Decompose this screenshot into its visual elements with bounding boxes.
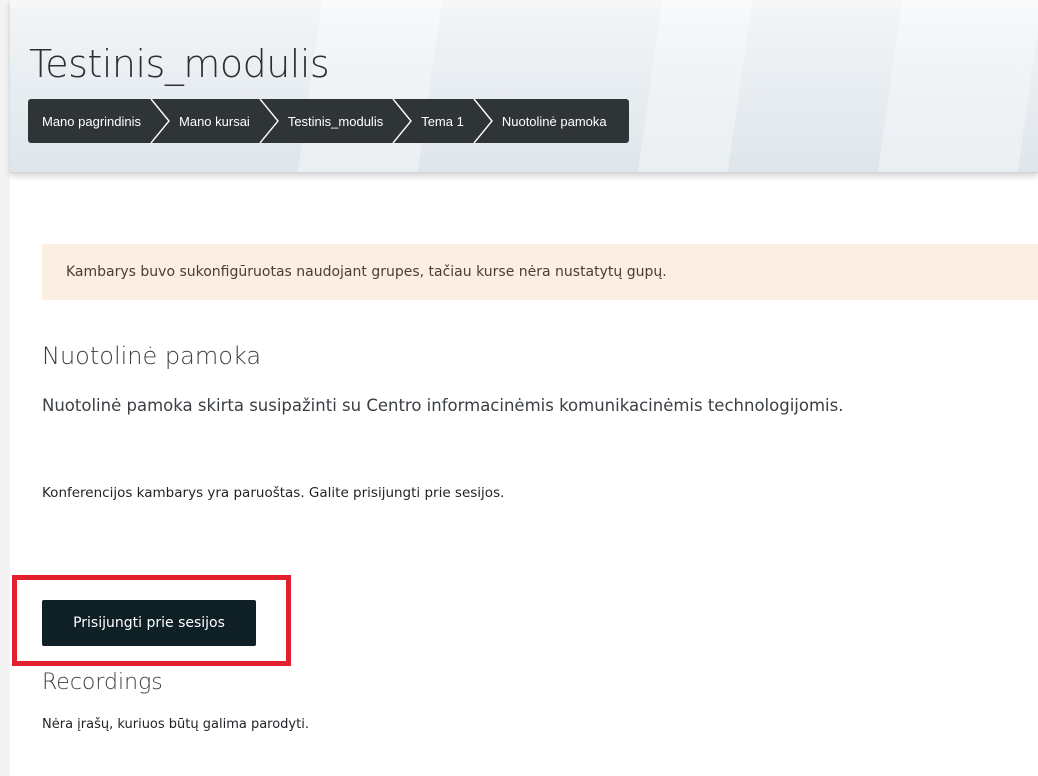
page-title: Testinis_modulis [29, 42, 330, 86]
left-gutter [0, 0, 10, 776]
breadcrumb-item-nuotoline-pamoka[interactable]: Nuotolinė pamoka [496, 99, 613, 143]
breadcrumb: Mano pagrindinis Mano kursai Testinis_mo… [28, 99, 629, 143]
activity-title: Nuotolinė pamoka [42, 342, 262, 370]
breadcrumb-chevron-icon [256, 99, 282, 143]
group-warning-alert: Kambarys buvo sukonfigūruotas naudojant … [42, 244, 1038, 300]
breadcrumb-item-testinis-modulis[interactable]: Testinis_modulis [282, 99, 389, 143]
recordings-heading: Recordings [42, 670, 163, 695]
recordings-empty-text: Nėra įrašų, kuriuos būtų galima parodyti… [42, 717, 309, 732]
alert-text: Kambarys buvo sukonfigūruotas naudojant … [66, 264, 667, 280]
page: Testinis_modulis Mano pagrindinis Mano k… [0, 0, 1038, 776]
header-decoration [637, 0, 753, 172]
breadcrumb-item-mano-kursai[interactable]: Mano kursai [173, 99, 256, 143]
breadcrumb-item-mano-pagrindinis[interactable]: Mano pagrindinis [28, 99, 147, 143]
breadcrumb-chevron-icon [147, 99, 173, 143]
activity-description: Nuotolinė pamoka skirta susipažinti su C… [42, 396, 844, 415]
breadcrumb-chevron-icon [470, 99, 496, 143]
join-session-button[interactable]: Prisijungti prie sesijos [42, 600, 256, 646]
breadcrumb-chevron-icon [389, 99, 415, 143]
header-decoration [877, 0, 1038, 172]
page-header: Testinis_modulis Mano pagrindinis Mano k… [10, 0, 1038, 173]
breadcrumb-item-tema-1[interactable]: Tema 1 [415, 99, 470, 143]
header-top-strip [10, 0, 1038, 8]
room-status-text: Konferencijos kambarys yra paruoštas. Ga… [42, 485, 505, 501]
